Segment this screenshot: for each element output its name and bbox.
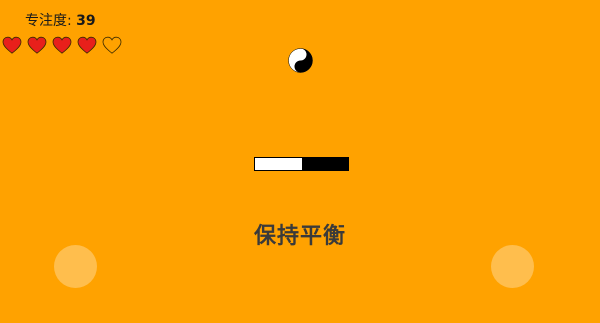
left-touch-button[interactable] [54,245,97,288]
lives-hearts [2,36,122,54]
heart-full-icon [52,36,72,54]
focus-label: 专注度: [25,13,72,29]
heart-empty-icon [102,36,122,54]
right-touch-button[interactable] [491,245,534,288]
balance-meter-white-fill [255,158,302,170]
balance-meter [254,157,349,171]
yin-yang-icon [288,48,313,73]
focus-score: 专注度: 39 [25,11,96,31]
focus-value: 39 [76,13,96,29]
heart-full-icon [27,36,47,54]
heart-full-icon [77,36,97,54]
heart-full-icon [2,36,22,54]
